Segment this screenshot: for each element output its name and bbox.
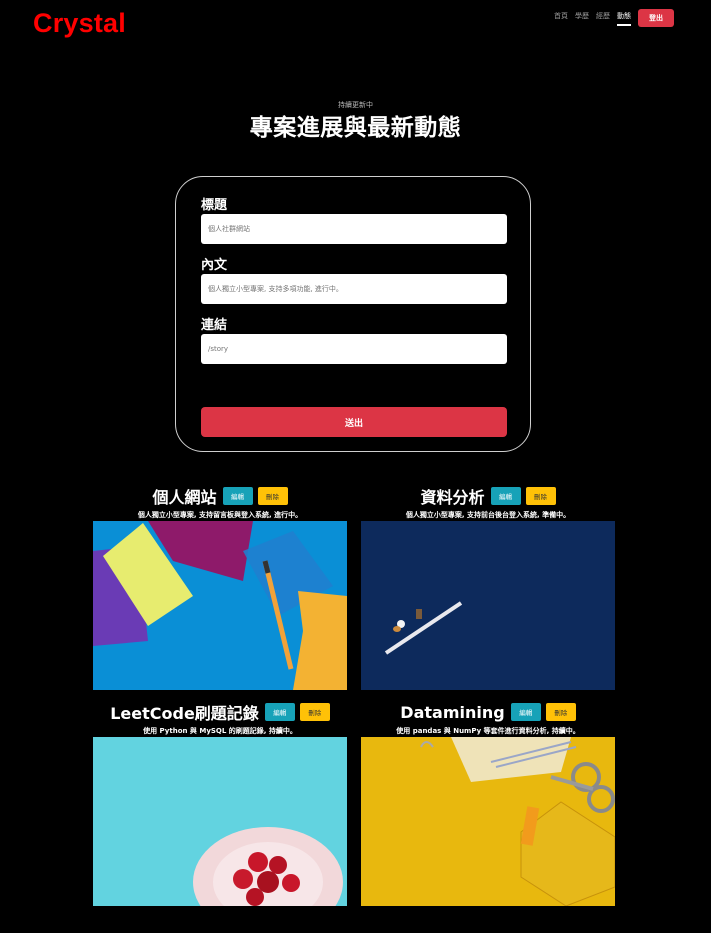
edit-button[interactable]: 編輯 (490, 487, 521, 505)
project-image-pencil (361, 521, 615, 690)
content-label: 內文 (201, 258, 228, 273)
project-description: 使用 Python 與 MySQL 的刷題記錄, 持續中。 (143, 727, 297, 735)
project-card: LeetCode刷題記錄 編輯 刪除 使用 Python 與 MySQL 的刷題… (93, 701, 347, 906)
page-title: 專案進展與最新動態 (249, 115, 462, 141)
nav-link-education[interactable]: 學歷 (575, 11, 589, 26)
link-input[interactable]: /story (201, 334, 507, 364)
project-image-envelopes (93, 521, 347, 690)
page: Crystal 首頁 學歷 經歷 動態 登出 持續更新中 專案進展與最新動態 標… (0, 0, 711, 933)
project-description: 使用 pandas 與 NumPy 等套件進行資料分析, 持續中。 (396, 727, 580, 735)
brand-logo[interactable]: Crystal (33, 8, 126, 39)
project-image-strawberries (93, 737, 347, 906)
project-card: 資料分析 編輯 刪除 個人獨立小型專案, 支持前台後台登入系統, 準備中。 (361, 485, 615, 690)
top-nav: 首頁 學歷 經歷 動態 登出 (547, 9, 674, 27)
delete-button[interactable]: 刪除 (525, 487, 556, 505)
project-card: Datamining 編輯 刪除 使用 pandas 與 NumPy 等套件進行… (361, 701, 615, 906)
project-description: 個人獨立小型專案, 支持留言板與登入系統, 進行中。 (137, 511, 303, 519)
logout-button[interactable]: 登出 (638, 9, 674, 27)
edit-button[interactable]: 編輯 (510, 703, 541, 721)
project-title: 資料分析 (420, 488, 485, 507)
title-input[interactable]: 個人社群網站 (201, 214, 507, 244)
nav-link-home[interactable]: 首頁 (554, 11, 568, 26)
project-description: 個人獨立小型專案, 支持前台後台登入系統, 準備中。 (405, 511, 571, 519)
project-title: 個人網站 (152, 488, 217, 507)
content-input[interactable]: 個人獨立小型專案, 支持多項功能, 進行中。 (201, 274, 507, 304)
post-form: 標題 個人社群網站 內文 個人獨立小型專案, 支持多項功能, 進行中。 連結 /… (175, 176, 531, 452)
project-card: 個人網站 編輯 刪除 個人獨立小型專案, 支持留言板與登入系統, 進行中。 (93, 485, 347, 690)
title-label: 標題 (201, 198, 228, 213)
link-label: 連結 (201, 318, 228, 333)
project-title: Datamining (400, 702, 505, 722)
submit-button[interactable]: 送出 (201, 407, 507, 437)
project-title: LeetCode刷題記錄 (110, 704, 259, 723)
edit-button[interactable]: 編輯 (264, 703, 295, 721)
nav-link-updates[interactable]: 動態 (617, 11, 631, 26)
delete-button[interactable]: 刪除 (257, 487, 288, 505)
nav-link-experience[interactable]: 經歷 (596, 11, 610, 26)
delete-button[interactable]: 刪除 (545, 703, 576, 721)
delete-button[interactable]: 刪除 (299, 703, 330, 721)
project-image-stationery (361, 737, 615, 906)
edit-button[interactable]: 編輯 (222, 487, 253, 505)
